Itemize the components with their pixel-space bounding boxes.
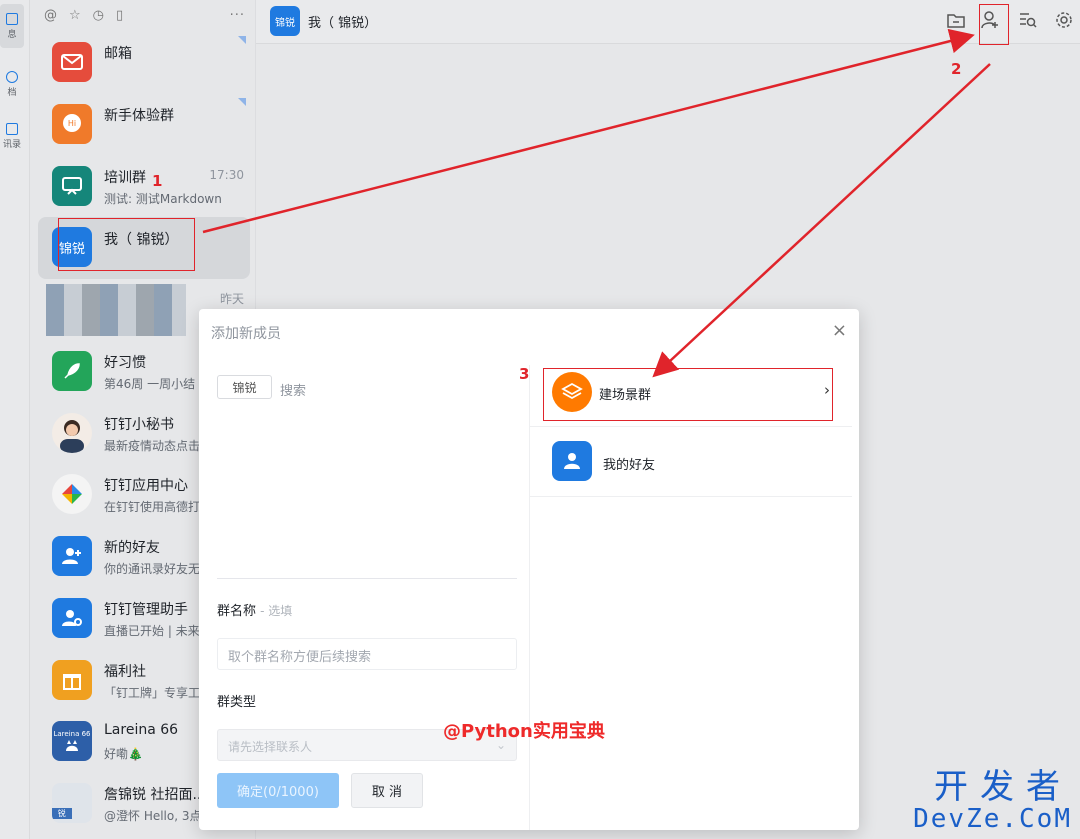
section-divider: [217, 578, 517, 579]
star-icon[interactable]: ☆: [69, 8, 81, 23]
mention-icon[interactable]: @: [44, 8, 57, 23]
group-type-placeholder: 请先选择联系人: [228, 740, 313, 754]
list-toolbar: @ ☆ ◷ ▯ ···: [44, 6, 245, 24]
avatar-text: 锐: [52, 807, 72, 819]
conversation-name: 詹锦锐 社招面...: [104, 787, 206, 803]
presentation-icon: [52, 166, 92, 206]
conversation-name: 培训群: [104, 170, 146, 186]
annotation-number-3: 3: [519, 365, 530, 383]
person-photo-icon: [52, 413, 92, 453]
my-friends-option[interactable]: 我的好友: [530, 427, 852, 497]
conversation-name: 钉钉应用中心: [104, 478, 188, 494]
conversation-item-newbie-group[interactable]: Hi 新手体验群: [38, 94, 250, 156]
chat-title: 我（ 锦锐）: [308, 16, 378, 31]
group-photo-icon: 锐: [52, 783, 92, 823]
chat-header: 锦锐 我（ 锦锐）: [256, 0, 1080, 44]
avatar-text: Lareina 66: [53, 730, 91, 738]
rail-item-contacts[interactable]: 讯录: [0, 114, 24, 158]
message-icon: [6, 12, 18, 25]
rail-item-docs[interactable]: 档: [0, 62, 24, 106]
docs-icon: [6, 70, 18, 83]
search-history-icon[interactable]: [1018, 10, 1038, 30]
gear-icon[interactable]: [1054, 10, 1074, 30]
header-avatar[interactable]: 锦锐: [270, 6, 300, 36]
user-icon: [552, 441, 592, 481]
rail-label: 息: [7, 29, 17, 40]
hi-bubble-icon: Hi: [52, 104, 92, 144]
conversation-name: 钉钉小秘书: [104, 417, 174, 433]
conversation-name: Lareina 66: [104, 722, 179, 738]
conversation-time: 17:30: [209, 168, 244, 182]
rail-label: 档: [7, 87, 17, 98]
conversation-item-mail[interactable]: 邮箱: [38, 32, 250, 94]
gift-icon: [52, 660, 92, 700]
conversation-name: 新手体验群: [104, 108, 174, 124]
annotation-number-2: 2: [951, 60, 962, 78]
site-watermark: 开发者 DevZe.CoM: [913, 769, 1072, 833]
cancel-button[interactable]: 取 消: [351, 773, 423, 808]
conversation-name: 福利社: [104, 664, 146, 680]
rocket-icon: [52, 351, 92, 391]
group-name-label: 群名称 - 选填: [217, 600, 292, 619]
rail-label: 讯录: [2, 139, 21, 150]
conversation-name: 邮箱: [104, 46, 132, 62]
annotation-box-1: [58, 218, 195, 271]
add-friend-icon: [52, 536, 92, 576]
close-icon[interactable]: ×: [832, 322, 847, 340]
unread-mark: [238, 98, 246, 106]
colorful-diamond-icon: [52, 474, 92, 514]
conversation-time: 昨天: [219, 292, 244, 306]
conversation-preview: 测试: 测试Markdown: [104, 192, 222, 206]
cat-photo-icon: Lareina 66: [52, 721, 92, 761]
unread-mark: [238, 36, 246, 44]
site-watermark-line2: DevZe.CoM: [913, 804, 1072, 834]
python-watermark: @Python实用宝典: [443, 721, 605, 742]
rail-item-messages[interactable]: 息: [0, 4, 24, 48]
dialog-title: 添加新成员: [211, 326, 281, 342]
contacts-icon: [6, 122, 18, 135]
annotation-box-3: [543, 368, 833, 421]
conversation-name: 新的好友: [104, 540, 160, 556]
group-name-label-text: 群名称: [217, 604, 257, 619]
selected-contact-chip[interactable]: 锦锐: [217, 375, 272, 399]
conversation-item-training-group[interactable]: 培训群 测试: 测试Markdown 17:30: [38, 156, 250, 218]
annotation-number-1: 1: [152, 172, 163, 190]
mail-icon: [52, 42, 92, 82]
nav-rail: 息 档 讯录: [0, 0, 30, 839]
more-icon[interactable]: ···: [230, 8, 245, 23]
group-type-label: 群类型: [217, 695, 257, 710]
blurred-avatar: [46, 284, 186, 336]
annotation-box-2: [979, 4, 1009, 45]
svg-text:Hi: Hi: [68, 119, 76, 128]
folder-icon[interactable]: [946, 10, 966, 30]
search-input[interactable]: 搜索: [280, 380, 306, 399]
clock-icon[interactable]: ◷: [93, 8, 104, 23]
optional-hint: - 选填: [260, 604, 293, 618]
conversation-name: 钉钉管理助手: [104, 602, 188, 618]
option-label: 我的好友: [603, 458, 656, 473]
arrow-1-to-2: [202, 28, 975, 234]
conversation-name: 好习惯: [104, 355, 146, 371]
admin-user-icon: [52, 598, 92, 638]
confirm-button[interactable]: 确定(0/1000): [217, 773, 339, 808]
doc-icon[interactable]: ▯: [116, 8, 123, 23]
site-watermark-line1: 开发者: [934, 767, 1072, 807]
group-name-input[interactable]: 取个群名称方便后续搜索: [217, 638, 517, 670]
